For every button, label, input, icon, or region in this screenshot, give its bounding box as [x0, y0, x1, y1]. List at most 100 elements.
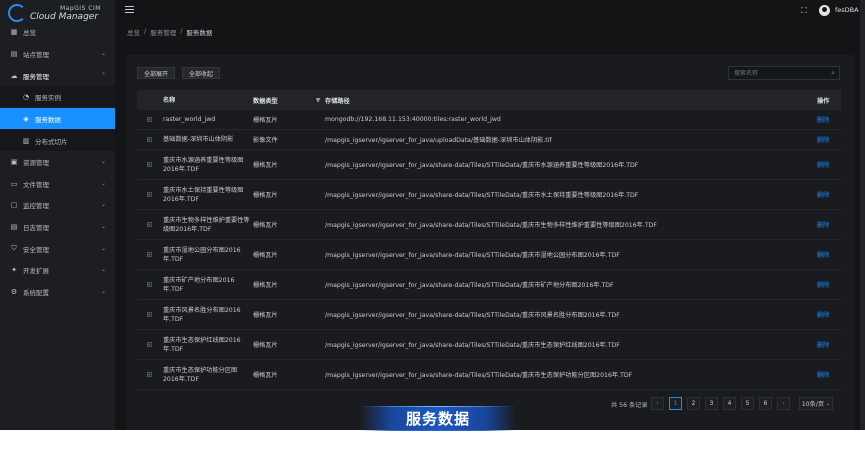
expand-row-button[interactable]: +: [137, 210, 161, 239]
row-name: 重庆市水源涵养重要性等级图2016年.TDF: [163, 156, 244, 173]
sidebar-item[interactable]: ▣ 资源管理 ⌄: [0, 151, 115, 172]
sidebar-item[interactable]: ✦ 开发扩展 ⌄: [0, 259, 115, 280]
app-window: MapGIS CIM Cloud Manager ▦ 总览 ▤ 站点管理 ⌄ ☁ 服务管理 ⌃…: [0, 0, 865, 430]
expand-row-button[interactable]: +: [137, 150, 161, 179]
chevron-down-icon: ⌄: [100, 223, 106, 230]
data-icon: ◈: [23, 114, 29, 123]
row-name: raster_world_jwd: [163, 116, 216, 123]
sidebar-item-label: 系统配置: [23, 288, 49, 297]
chevron-down-icon: ⌄: [100, 180, 106, 187]
sidebar-item[interactable]: ▢ 监控管理 ⌄: [0, 194, 115, 215]
sidebar-item[interactable]: ▤ 日志管理 ⌄: [0, 216, 115, 237]
expand-row-button[interactable]: +: [137, 110, 161, 129]
sidebar-item[interactable]: ▥ 分布式切片: [0, 130, 115, 151]
row-type: 栅格瓦片: [253, 252, 278, 259]
delete-link[interactable]: 删除: [817, 360, 841, 389]
sidebar-item[interactable]: ▦ 总览: [0, 21, 115, 42]
sidebar-item[interactable]: ⚙ 系统配置 ⌄: [0, 281, 115, 302]
sidebar-item[interactable]: ▭ 文件管理 ⌄: [0, 173, 115, 194]
delete-link[interactable]: 删除: [817, 270, 841, 299]
row-path: mongodb://192.168.11.153:40000:tiles:ras…: [325, 116, 501, 123]
expand-row-button[interactable]: +: [137, 330, 161, 359]
delete-link[interactable]: 删除: [817, 300, 841, 329]
sidebar-item[interactable]: ▤ 站点管理 ⌄: [0, 43, 115, 64]
avatar[interactable]: [819, 5, 830, 16]
delete-link[interactable]: 删除: [817, 210, 841, 239]
page-button[interactable]: 3: [705, 397, 718, 410]
instance-icon: ◔: [22, 92, 30, 101]
site-icon: ▤: [10, 49, 18, 58]
sidebar-item[interactable]: ◔ 服务实例: [0, 86, 115, 107]
row-type: 栅格瓦片: [253, 312, 278, 319]
total-count: 共 56 条记录: [611, 402, 648, 409]
filter-icon[interactable]: ▼: [313, 90, 323, 110]
page-button[interactable]: 1: [669, 397, 682, 410]
header-op: 操作: [817, 97, 830, 105]
search-input[interactable]: [734, 69, 824, 78]
username[interactable]: fesDBA: [835, 6, 859, 14]
sidebar-item[interactable]: ◈ 服务数据: [0, 108, 115, 129]
breadcrumb: 总览 / 服务管理 / 服务数据: [127, 27, 212, 37]
sidebar-item[interactable]: ⛉ 安全管理 ⌄: [0, 238, 115, 259]
row-name: 重庆市水土保持重要性等级图2016年.TDF: [163, 186, 244, 203]
page-size-select[interactable]: 10条/页 ⌄: [799, 397, 833, 410]
folder-icon: ▭: [10, 179, 18, 188]
data-table: 名称 数据类型 ▼ 存储路径 操作 + raster_world_jwd 栅格瓦片 m…: [137, 90, 841, 390]
next-page-button[interactable]: ›: [777, 397, 790, 410]
breadcrumb-current: 服务数据: [186, 29, 213, 37]
row-type: 栅格瓦片: [253, 162, 278, 169]
expand-row-button[interactable]: +: [137, 180, 161, 209]
delete-link[interactable]: 删除: [817, 150, 841, 179]
main-card: 全部展开 全部收起 ⌕ 名称 数据类型 ▼ 存储路径 操作 + raster_wo…: [127, 55, 855, 430]
row-path: /mapgis_igserver/igserver_for_java/share…: [325, 222, 657, 229]
delete-link[interactable]: 删除: [817, 180, 841, 209]
chevron-up-icon: ⌃: [100, 72, 106, 79]
menu-toggle-icon[interactable]: [125, 6, 134, 15]
table-row: + 重庆市水源涵养重要性等级图2016年.TDF 栅格瓦片/mapgis_igser…: [137, 150, 841, 180]
expand-row-button[interactable]: +: [137, 130, 161, 149]
chevron-down-icon: ⌄: [100, 245, 106, 252]
table-row: + 重庆市生物多样性维护重要性等级图2016年.TDF 栅格瓦片/mapgis_ig…: [137, 210, 841, 240]
page-button[interactable]: 6: [759, 397, 772, 410]
row-path: /mapgis_igserver/igserver_for_java/share…: [325, 282, 614, 289]
breadcrumb-parent[interactable]: 服务管理: [150, 27, 176, 37]
grid-icon: ▦: [10, 27, 18, 36]
breadcrumb-home[interactable]: 总览: [127, 27, 140, 37]
sidebar-item[interactable]: ☁ 服务管理 ⌃: [0, 65, 115, 86]
chevron-down-icon: ⌄: [826, 400, 831, 407]
row-path: /mapgis_igserver/igserver_for_java/share…: [325, 192, 639, 199]
expand-row-button[interactable]: +: [137, 240, 161, 269]
row-path: /mapgis_igserver/igserver_for_java/share…: [325, 162, 639, 169]
page-button[interactable]: 5: [741, 397, 754, 410]
scrollbar[interactable]: [860, 0, 865, 430]
delete-link[interactable]: 删除: [817, 110, 841, 129]
row-type: 栅格瓦片: [253, 117, 278, 124]
row-path: /mapgis_igserver/igserver_for_java/uploa…: [325, 137, 552, 144]
search-icon[interactable]: ⌕: [831, 69, 835, 78]
monitor-icon: ▢: [10, 200, 18, 209]
expand-all-button[interactable]: 全部展开: [137, 67, 176, 79]
fullscreen-icon[interactable]: ⛶: [801, 6, 807, 16]
page-button[interactable]: 2: [687, 397, 700, 410]
sidebar-item-label: 日志管理: [23, 223, 49, 232]
prev-page-button[interactable]: ‹: [651, 397, 664, 410]
delete-link[interactable]: 删除: [817, 130, 841, 149]
header: ⛶ fesDBA: [115, 0, 865, 22]
sidebar-item-label: 文件管理: [23, 180, 49, 189]
sidebar-item-label: 站点管理: [23, 50, 49, 59]
row-type: 栅格瓦片: [253, 222, 278, 229]
table-header: 名称 数据类型 ▼ 存储路径 操作: [137, 90, 841, 110]
expand-row-button[interactable]: +: [137, 360, 161, 389]
table-row: + 重庆市矿产地分布图2016年.TDF 栅格瓦片/mapgis_igserver/…: [137, 270, 841, 300]
collapse-all-button[interactable]: 全部收起: [182, 67, 221, 79]
table-row: + 基础数据-深圳市山体阴影 影像文件/mapgis_igserver/igserv…: [137, 130, 841, 150]
page-button[interactable]: 4: [723, 397, 736, 410]
table-row: + 重庆市水土保持重要性等级图2016年.TDF 栅格瓦片/mapgis_igser…: [137, 180, 841, 210]
expand-row-button[interactable]: +: [137, 270, 161, 299]
expand-row-button[interactable]: +: [137, 300, 161, 329]
delete-link[interactable]: 删除: [817, 240, 841, 269]
table-row: + 重庆市湿地公园分布图2016年.TDF 栅格瓦片/mapgis_igserver…: [137, 240, 841, 270]
sidebar-item-label: 监控管理: [23, 201, 49, 210]
table-row: + 重庆市风景名胜分布图2016年.TDF 栅格瓦片/mapgis_igserver…: [137, 300, 841, 330]
delete-link[interactable]: 删除: [817, 330, 841, 359]
